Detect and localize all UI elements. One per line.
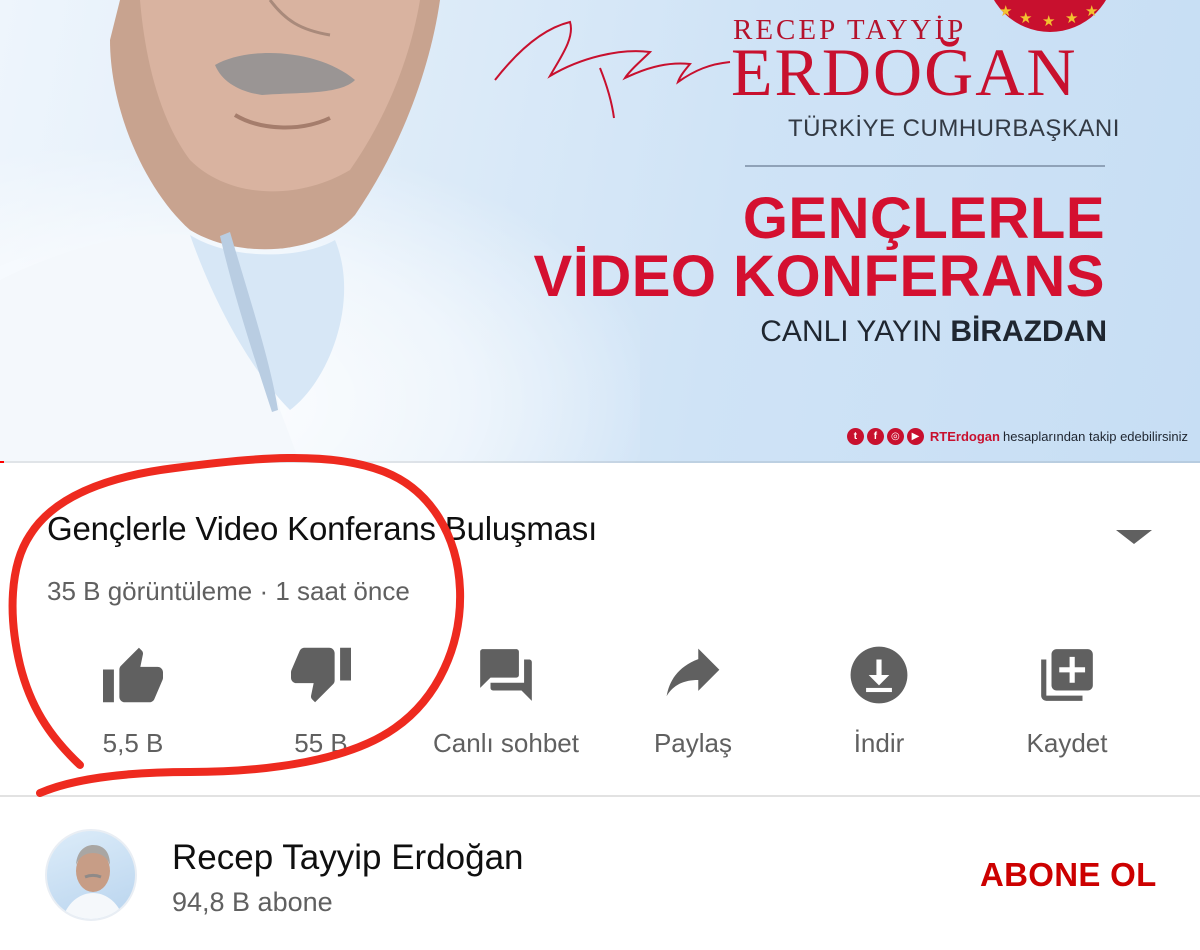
banner-live-text: CANLI YAYIN BİRAZDAN [760, 315, 1107, 349]
live-chat-label: Canlı sohbet [433, 728, 579, 758]
channel-avatar[interactable] [45, 829, 137, 921]
download-button[interactable]: İndir [794, 640, 964, 770]
video-thumbnail[interactable]: ★ ★ ★ ★ ★ RECEP TAYYİP ERDOĞAN TÜRKİYE C… [0, 0, 1200, 463]
live-emphasis: BİRAZDAN [950, 315, 1107, 348]
video-title[interactable]: Gençlerle Video Konferans Buluşması [47, 510, 597, 548]
subscribe-button[interactable]: ABONE OL [968, 850, 1169, 900]
dislike-count: 55 B [294, 728, 348, 758]
expand-description-icon[interactable] [1116, 530, 1152, 544]
like-count: 5,5 B [102, 728, 164, 758]
facebook-icon: f [866, 428, 884, 445]
playback-progress-bar[interactable] [0, 461, 1200, 463]
social-handle: RTErdogan [929, 429, 1000, 444]
playback-progress-fill [0, 461, 4, 463]
video-meta: 35 B görüntüleme · 1 saat önce [47, 576, 410, 606]
download-icon [844, 640, 914, 710]
banner-headline-line1: GENÇLERLE [742, 186, 1105, 251]
save-playlist-icon [1032, 640, 1102, 710]
signature [494, 20, 731, 119]
save-button[interactable]: Kaydet [982, 640, 1152, 770]
section-divider [0, 795, 1200, 797]
thumbs-up-icon [98, 640, 168, 710]
banner-headline-line2: VİDEO KONFERANS [533, 244, 1105, 309]
twitter-icon: t [846, 428, 864, 445]
subscriber-count: 94,8 B abone [172, 887, 333, 917]
live-chat-icon [471, 640, 541, 710]
thumbs-down-icon [286, 640, 356, 710]
channel-name[interactable]: Recep Tayyip Erdoğan [172, 838, 524, 878]
banner-office: TÜRKİYE CUMHURBAŞKANI [788, 115, 1120, 142]
share-label: Paylaş [653, 728, 733, 758]
share-button[interactable]: Paylaş [608, 640, 778, 770]
like-button[interactable]: 5,5 B [48, 640, 218, 770]
portrait-illustration [0, 0, 440, 463]
live-prefix: CANLI YAYIN [760, 315, 942, 348]
dislike-button[interactable]: 55 B [236, 640, 406, 770]
youtube-icon: ▶ [906, 428, 924, 445]
instagram-icon: ◎ [886, 428, 904, 445]
social-text: hesaplarından takip edebilirsiniz [1002, 429, 1188, 444]
live-chat-button[interactable]: Canlı sohbet [421, 640, 591, 770]
banner-divider [745, 165, 1105, 167]
banner-name-line2: ERDOĞAN [731, 34, 1078, 110]
presidential-seal: ★ ★ ★ ★ ★ [985, 0, 1115, 32]
save-label: Kaydet [1026, 728, 1108, 758]
avatar-portrait [62, 845, 124, 919]
download-label: İndir [853, 728, 905, 758]
social-strip: t f ◎ ▶ RTErdogan hesaplarından takip ed… [846, 428, 1188, 445]
share-icon [658, 640, 728, 710]
